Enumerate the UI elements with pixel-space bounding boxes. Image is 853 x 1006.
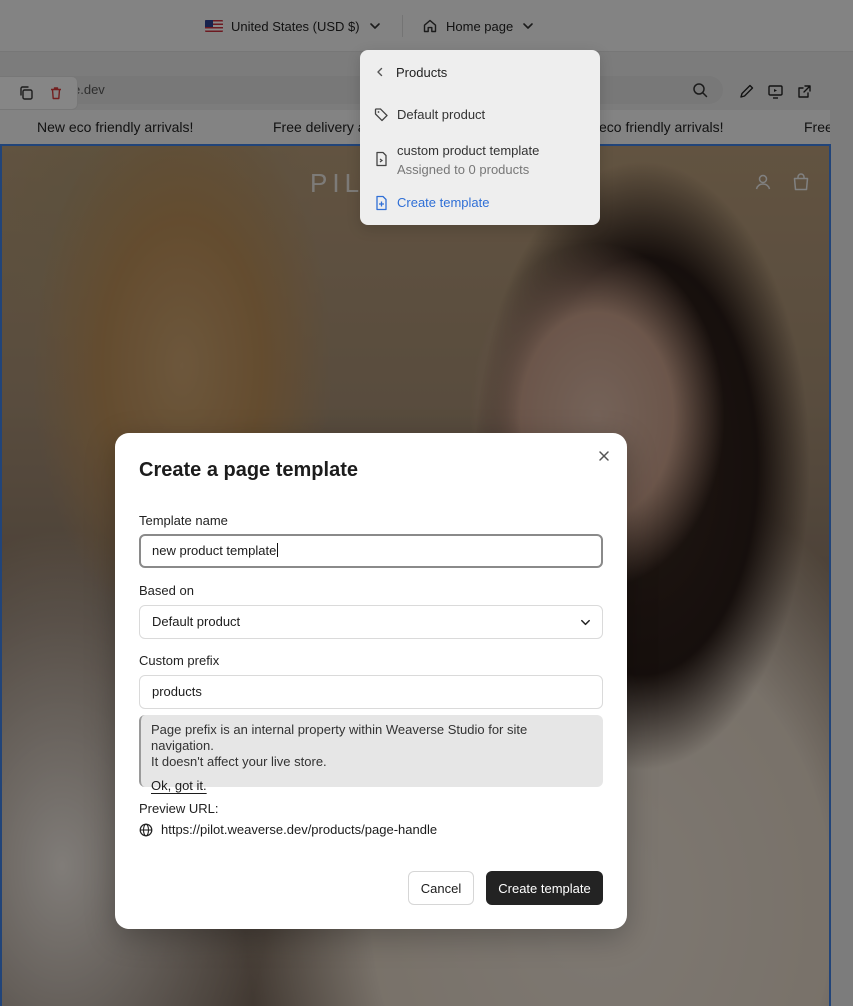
dropdown-item-label: Default product — [397, 107, 486, 122]
create-template-label: Create template — [397, 195, 490, 210]
chevron-down-icon — [581, 619, 590, 626]
dropdown-heading: Products — [396, 64, 448, 80]
template-name-value: new product template — [152, 543, 277, 558]
info-text: It doesn't affect your live store. — [151, 754, 327, 769]
preview-url-text: https://pilot.weaverse.dev/products/page… — [161, 822, 438, 837]
dropdown-item-label: custom product template — [397, 143, 540, 158]
prefix-info-callout: Page prefix is an internal property with… — [139, 715, 603, 793]
cancel-button[interactable]: Cancel — [408, 871, 474, 905]
create-template-button[interactable]: Create template — [486, 871, 603, 905]
custom-prefix-value: products — [152, 684, 202, 699]
create-template-link[interactable]: Create template — [374, 195, 490, 211]
template-dropdown: Products Default product custom product … — [360, 50, 600, 225]
create-template-dialog: Create a page template Template name new… — [115, 433, 627, 929]
close-button[interactable] — [595, 447, 613, 465]
dialog-title: Create a page template — [139, 459, 358, 481]
globe-icon — [139, 823, 153, 836]
template-name-input[interactable]: new product template — [139, 534, 603, 568]
chevron-left-icon — [377, 67, 383, 77]
file-plus-icon — [376, 195, 387, 211]
template-name-label: Template name — [139, 513, 228, 528]
close-icon — [599, 451, 609, 461]
info-text: Page prefix is an internal property with… — [151, 722, 528, 753]
back-to-products[interactable]: Products — [374, 62, 447, 82]
dropdown-item-custom-template[interactable]: custom product template Assigned to 0 pr… — [374, 143, 539, 177]
custom-prefix-label: Custom prefix — [139, 653, 220, 668]
text-caret — [277, 543, 279, 557]
based-on-label: Based on — [139, 583, 194, 598]
custom-prefix-input[interactable]: products — [139, 675, 603, 709]
dismiss-info-link[interactable]: Ok, got it. — [151, 778, 207, 794]
tag-icon — [374, 108, 388, 122]
preview-url-label: Preview URL: — [139, 801, 219, 816]
based-on-value: Default product — [152, 614, 241, 629]
file-icon — [376, 151, 387, 167]
based-on-select[interactable]: Default product — [139, 605, 603, 639]
dropdown-item-default-product[interactable]: Default product — [374, 107, 485, 122]
dropdown-item-sublabel: Assigned to 0 products — [397, 162, 530, 177]
preview-url: https://pilot.weaverse.dev/products/page… — [139, 822, 437, 837]
